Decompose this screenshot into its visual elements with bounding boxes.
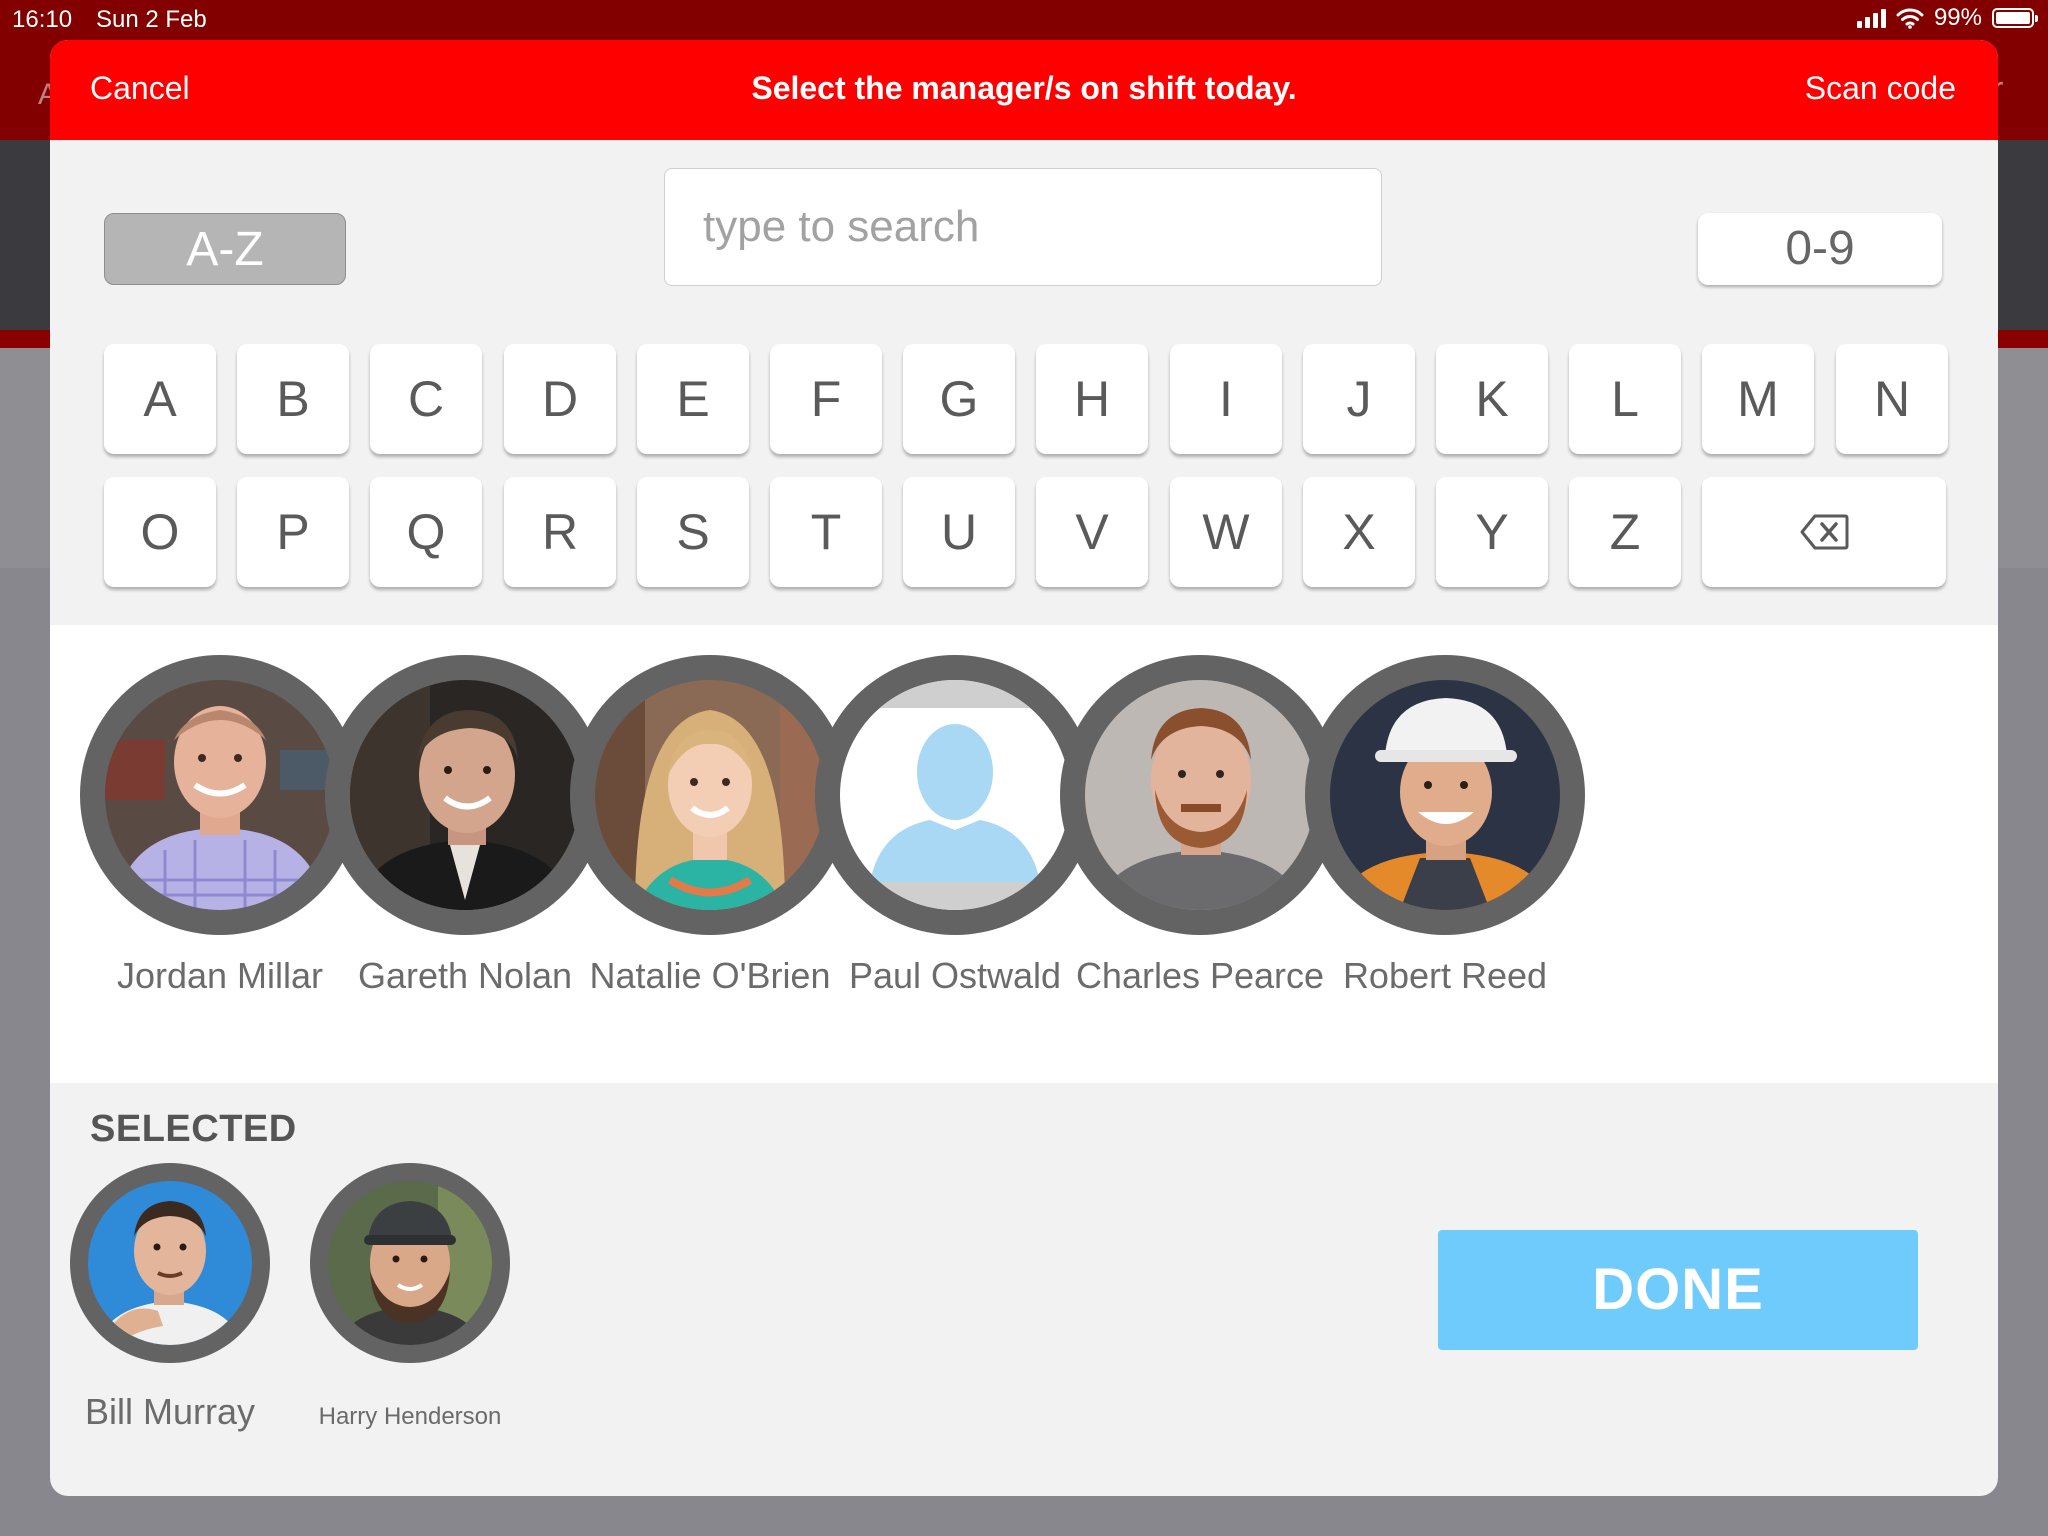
avatar: [1305, 655, 1585, 935]
key-p[interactable]: P: [237, 477, 349, 587]
key-o[interactable]: O: [104, 477, 216, 587]
key-a[interactable]: A: [104, 344, 216, 454]
key-h[interactable]: H: [1036, 344, 1148, 454]
avatar: [310, 1163, 510, 1363]
selected-person-name: Bill Murray: [84, 1391, 255, 1432]
backspace-key[interactable]: [1702, 477, 1946, 587]
selected-heading: SELECTED: [90, 1108, 297, 1150]
key-m[interactable]: M: [1702, 344, 1814, 454]
avatar: [70, 1163, 270, 1363]
key-g[interactable]: G: [903, 344, 1015, 454]
photo-man-plaid-shirt: [105, 680, 335, 910]
key-t[interactable]: T: [770, 477, 882, 587]
scan-code-button[interactable]: Scan code: [1805, 70, 1956, 107]
avatar: [80, 655, 360, 935]
key-r[interactable]: R: [504, 477, 616, 587]
selected-person-name: Harry Henderson: [318, 1403, 502, 1430]
default-avatar-icon: [840, 680, 1070, 910]
battery-percentage: 99%: [1933, 4, 1982, 31]
key-v[interactable]: V: [1036, 477, 1148, 587]
key-u[interactable]: U: [903, 477, 1015, 587]
manager-list: Jordan Millar Gareth Nolan Natalie O'Bri…: [50, 625, 1998, 1083]
search-input[interactable]: [664, 168, 1382, 286]
avatar: [570, 655, 850, 935]
photo-man-pointing: [88, 1181, 252, 1345]
avatar: [325, 655, 605, 935]
key-q[interactable]: Q: [370, 477, 482, 587]
photo-man-dark-jacket: [350, 680, 580, 910]
cellular-signal-icon: [1856, 8, 1886, 28]
wifi-icon: [1896, 8, 1924, 29]
battery-icon: [1992, 8, 2038, 28]
photo-man-beard: [1085, 680, 1315, 910]
avatar: [815, 655, 1095, 935]
modal-header: Cancel Select the manager/s on shift tod…: [50, 40, 1998, 140]
filter-0-9-button[interactable]: 0-9: [1698, 213, 1942, 285]
key-b[interactable]: B: [237, 344, 349, 454]
done-button[interactable]: DONE: [1438, 1230, 1918, 1350]
key-d[interactable]: D: [504, 344, 616, 454]
status-time: 16:10: [12, 6, 73, 33]
photo-woman-blonde: [595, 680, 825, 910]
avatar: [1060, 655, 1340, 935]
key-f[interactable]: F: [770, 344, 882, 454]
key-l[interactable]: L: [1569, 344, 1681, 454]
key-x[interactable]: X: [1303, 477, 1415, 587]
key-k[interactable]: K: [1436, 344, 1548, 454]
key-y[interactable]: Y: [1436, 477, 1548, 587]
key-i[interactable]: I: [1170, 344, 1282, 454]
key-n[interactable]: N: [1836, 344, 1948, 454]
backspace-icon: [1800, 514, 1849, 550]
status-indicators: 99%: [1856, 4, 2038, 32]
manager-select-modal: Cancel Select the manager/s on shift tod…: [50, 40, 1998, 1496]
key-z[interactable]: Z: [1569, 477, 1681, 587]
key-s[interactable]: S: [637, 477, 749, 587]
cancel-button[interactable]: Cancel: [90, 70, 190, 107]
photo-man-hard-hat: [1330, 680, 1560, 910]
status-bar: 16:10 Sun 2 Feb 99%: [0, 0, 2048, 40]
modal-title: Select the manager/s on shift today.: [751, 70, 1297, 106]
key-e[interactable]: E: [637, 344, 749, 454]
status-date: Sun 2 Feb: [96, 6, 207, 33]
key-j[interactable]: J: [1303, 344, 1415, 454]
filter-az-button[interactable]: A-Z: [104, 213, 346, 285]
manager-name: Robert Reed: [1342, 955, 1548, 996]
photo-man-cap-beard: [328, 1181, 492, 1345]
key-w[interactable]: W: [1170, 477, 1282, 587]
key-c[interactable]: C: [370, 344, 482, 454]
